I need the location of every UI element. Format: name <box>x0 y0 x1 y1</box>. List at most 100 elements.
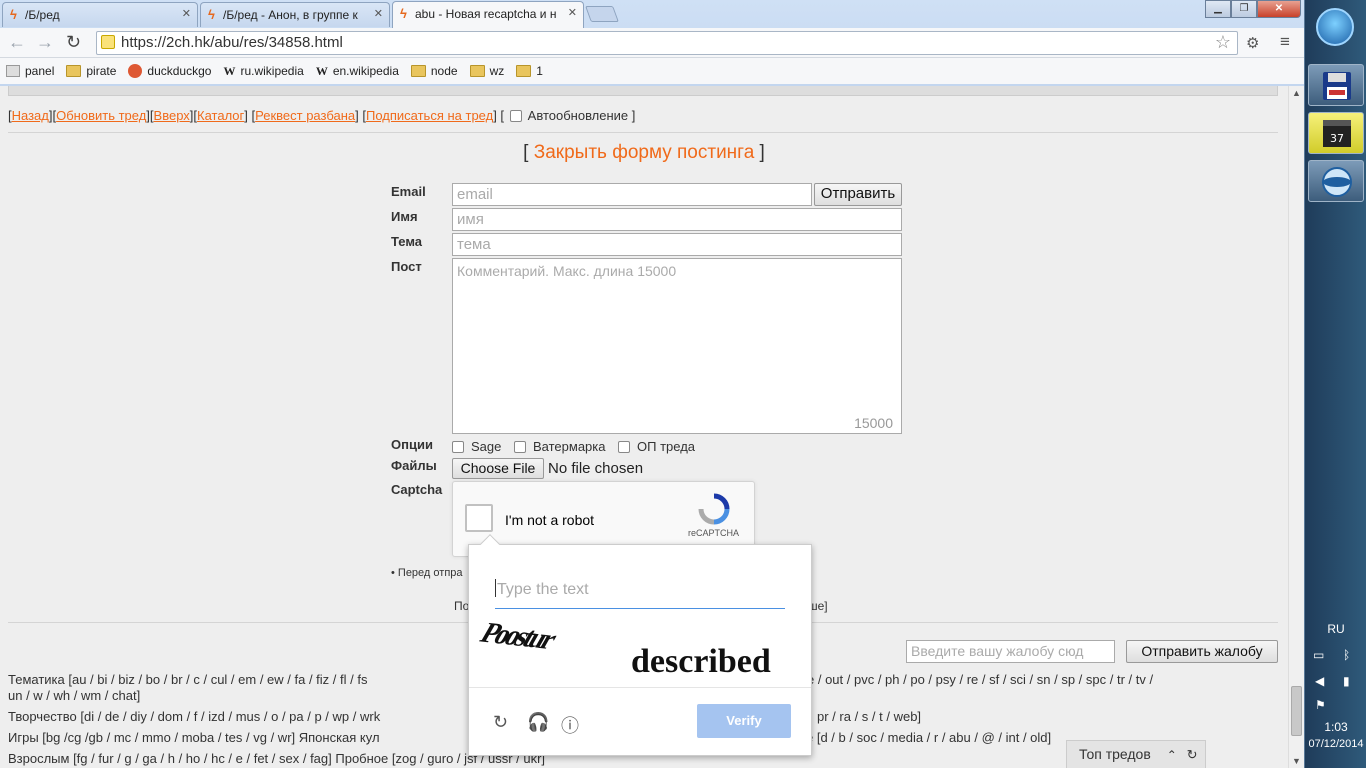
bookmark-duckduckgo[interactable]: duckduckgo <box>128 64 211 78</box>
files-label: Файлы <box>391 458 437 473</box>
bookmark-wz[interactable]: wz <box>469 64 504 78</box>
bluetooth-icon[interactable]: ᛒ <box>1343 648 1350 662</box>
clock-time[interactable]: 1:03 <box>1305 720 1366 734</box>
collapse-icon[interactable]: ⌃ <box>1167 748 1177 762</box>
boards-thematic[interactable]: Тематика [au / bi / biz / bo / br / c / … <box>8 672 367 688</box>
wikipedia-icon: W <box>315 63 328 78</box>
verify-button[interactable]: Verify <box>697 704 791 738</box>
subject-field[interactable]: тема <box>452 233 902 256</box>
url-text: https://2ch.hk/abu/res/34858.html <box>121 34 343 51</box>
extension-icon[interactable]: ⚙ <box>1246 34 1259 52</box>
minimize-button[interactable]: ▁ <box>1205 0 1231 18</box>
post-textarea[interactable]: Комментарий. Макс. длина 15000 15000 <box>452 258 902 434</box>
nav-refresh-link[interactable]: Обновить тред <box>56 108 146 123</box>
option-sage[interactable]: Sage <box>452 439 501 454</box>
scroll-down-icon[interactable]: ▼ <box>1292 756 1301 766</box>
clock-date[interactable]: 07/12/2014 <box>1305 738 1366 750</box>
bookmark-ru-wikipedia[interactable]: Wru.wikipedia <box>223 64 303 79</box>
close-tab-icon[interactable]: ✕ <box>568 6 577 19</box>
address-bar[interactable]: https://2ch.hk/abu/res/34858.html ☆ <box>96 31 1238 55</box>
tab-anon-group[interactable]: ϟ /Б/ред - Анон, в группе к ✕ <box>200 2 390 27</box>
scroll-up-icon[interactable]: ▲ <box>1292 88 1301 98</box>
subject-label: Тема <box>391 234 423 249</box>
boards-creative-cont[interactable]: pr / ra / s / t / web] <box>817 709 921 725</box>
refresh-icon[interactable]: ↻ <box>1187 747 1198 762</box>
bookmark-pirate[interactable]: pirate <box>66 64 116 78</box>
boards-thematic-wrap[interactable]: un / w / wh / wm / chat] <box>8 688 140 704</box>
options-label: Опции <box>391 437 433 452</box>
nav-catalog-link[interactable]: Каталог <box>197 108 244 123</box>
nav-back-link[interactable]: Назад <box>12 108 49 123</box>
tab-bred[interactable]: ϟ /Б/ред ✕ <box>2 2 198 27</box>
bookmark-node[interactable]: node <box>410 64 458 78</box>
network-icon[interactable]: ▭ <box>1313 648 1324 662</box>
op-checkbox[interactable] <box>618 441 630 453</box>
boards-creative[interactable]: Творчество [di / de / diy / dom / f / iz… <box>8 709 380 725</box>
volume-icon[interactable]: ◀ <box>1315 674 1324 688</box>
action-center-icon[interactable]: ⚑ <box>1315 698 1326 712</box>
reload-icon[interactable]: ↻ <box>66 32 81 53</box>
nav-request-unban-link[interactable]: Реквест разбана <box>255 108 355 123</box>
duckduckgo-icon <box>128 64 143 78</box>
taskbar-save-app[interactable] <box>1308 64 1364 106</box>
battery-icon[interactable]: ▮ <box>1343 674 1350 688</box>
recaptcha-checkbox[interactable] <box>465 504 493 532</box>
taskbar-browser-app[interactable] <box>1308 160 1364 202</box>
nav-up-link[interactable]: Вверх <box>154 108 190 123</box>
option-watermark[interactable]: Ватермарка <box>514 439 605 454</box>
boards-thematic-cont[interactable]: e / out / pvc / ph / po / psy / re / sf … <box>807 672 1153 688</box>
complaint-field[interactable]: Введите вашу жалобу сюд <box>906 640 1115 663</box>
no-file-text: No file chosen <box>548 460 644 477</box>
autoupdate-checkbox[interactable] <box>509 110 522 122</box>
bookmark-1[interactable]: 1 <box>516 64 543 78</box>
option-op[interactable]: ОП треда <box>618 439 695 454</box>
boards-misc[interactable]: e [d / b / soc / media / r / abu / @ / i… <box>806 730 1051 746</box>
name-field[interactable]: имя <box>452 208 902 231</box>
post-label: Пост <box>391 259 422 274</box>
close-form-header: [ Закрыть форму постинга ] <box>523 142 765 163</box>
email-field[interactable]: email <box>452 183 812 206</box>
folder-icon <box>410 65 426 77</box>
top-threads-panel[interactable]: Топ тредов ⌃ ↻ <box>1066 740 1206 768</box>
new-tab-button[interactable] <box>585 6 619 22</box>
2ch-favicon-icon: ϟ <box>400 6 407 21</box>
clapperboard-icon: 37 <box>1323 120 1351 147</box>
taskbar-media-app[interactable]: 37 <box>1308 112 1364 154</box>
forward-arrow-icon[interactable]: → <box>36 32 54 53</box>
bookmark-panel[interactable]: panel <box>6 64 54 78</box>
info-icon[interactable]: ⓘ <box>561 712 579 738</box>
close-form-link[interactable]: Закрыть форму постинга <box>534 142 755 163</box>
watermark-checkbox[interactable] <box>514 441 526 453</box>
page-content: [Назад][Обновить тред][Вверх][Каталог] [… <box>0 86 1288 768</box>
captcha-text-input[interactable]: Type the text <box>495 575 785 609</box>
close-tab-icon[interactable]: ✕ <box>374 7 383 20</box>
bookmark-star-icon[interactable]: ☆ <box>1215 32 1231 53</box>
maximize-button[interactable]: ❐ <box>1231 0 1257 18</box>
page-scrollbar[interactable]: ▲ ▼ <box>1288 86 1304 768</box>
choose-file-button[interactable]: Choose File <box>452 458 544 479</box>
posting-note: • Перед отпра <box>391 567 463 579</box>
close-window-button[interactable]: ✕ <box>1257 0 1301 18</box>
bookmark-en-wikipedia[interactable]: Wen.wikipedia <box>316 64 399 79</box>
reload-challenge-icon[interactable]: ↻ <box>493 712 508 733</box>
option-label: Sage <box>471 439 502 454</box>
audio-challenge-icon[interactable]: 🎧 <box>527 712 549 733</box>
send-complaint-button[interactable]: Отправить жалобу <box>1126 640 1278 663</box>
bookmark-label: panel <box>25 64 55 78</box>
scroll-thumb[interactable] <box>1291 686 1302 736</box>
page-top-bar <box>8 86 1278 96</box>
nav-subscribe-link[interactable]: Подписаться на тред <box>366 108 493 123</box>
floppy-icon <box>1323 72 1351 100</box>
back-arrow-icon[interactable]: ← <box>8 32 26 53</box>
close-tab-icon[interactable]: ✕ <box>182 7 191 20</box>
menu-icon[interactable]: ≡ <box>1280 32 1290 52</box>
browser-chrome: ϟ /Б/ред ✕ ϟ /Б/ред - Анон, в группе к ✕… <box>0 0 1304 86</box>
start-button[interactable] <box>1316 8 1354 46</box>
boards-adult[interactable]: Взрослым [fg / fur / g / ga / h / ho / h… <box>8 751 545 767</box>
2ch-favicon-icon: ϟ <box>10 7 17 22</box>
send-button[interactable]: Отправить <box>814 183 902 206</box>
sage-checkbox[interactable] <box>452 441 464 453</box>
tab-abu-recaptcha[interactable]: ϟ abu - Новая recaptcha и н ✕ <box>392 1 584 28</box>
language-indicator[interactable]: RU <box>1305 622 1366 636</box>
boards-games[interactable]: Игры [bg /cg /gb / mc / mmo / moba / tes… <box>8 730 380 746</box>
